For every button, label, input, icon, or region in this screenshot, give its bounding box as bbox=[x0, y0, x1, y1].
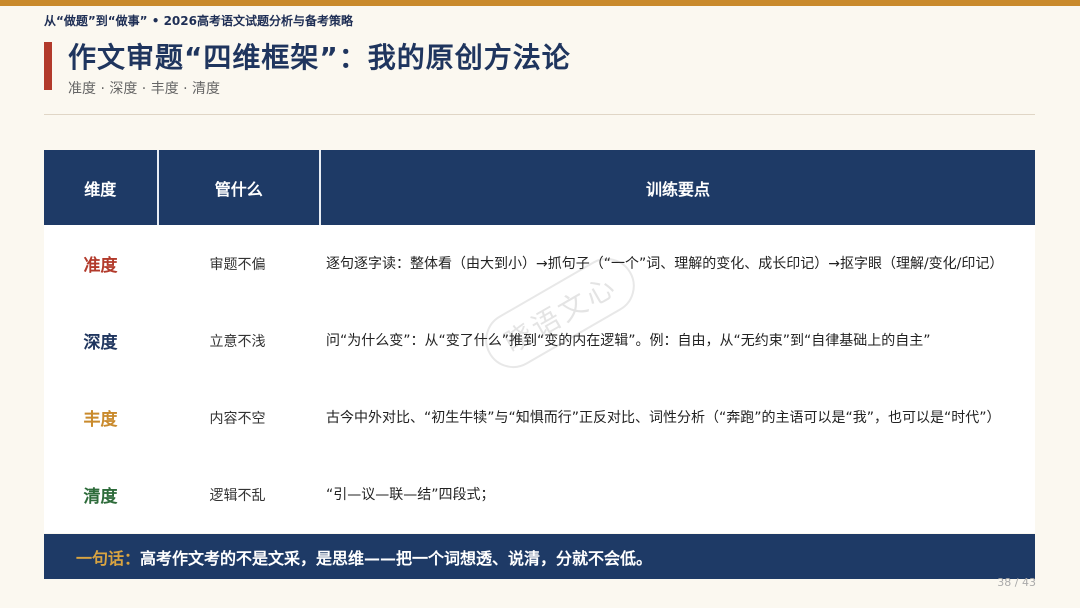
scope-label: 逻辑不乱 bbox=[209, 487, 266, 504]
summary-key: 一句话： bbox=[76, 548, 141, 568]
training-points: “引—议—联—结”四段式； bbox=[326, 486, 495, 503]
summary-banner: 一句话： 高考作文考的不是文采，是思维——把一个词想透、说清，分就不会低。 bbox=[44, 534, 1035, 579]
training-points: 问“为什么变”：从“变了什么”推到“变的内在逻辑”。例：自由，从“无约束”到“自… bbox=[326, 332, 931, 349]
training-points: 逐句逐字读：整体看（由大到小）→抓句子（“一个”词、理解的变化、成长印记）→抠字… bbox=[326, 255, 1004, 272]
scope-label: 内容不空 bbox=[209, 410, 266, 427]
scope-label: 审题不偏 bbox=[209, 256, 266, 273]
top-accent-bar bbox=[0, 0, 1080, 6]
table-row: 清度 逻辑不乱 “引—议—联—结”四段式； bbox=[44, 456, 1035, 533]
dimension-label: 准度 bbox=[83, 256, 118, 276]
scope-label: 立意不浅 bbox=[209, 333, 266, 350]
header-dimension: 维度 bbox=[44, 150, 159, 225]
divider bbox=[44, 114, 1035, 115]
table-header: 维度 管什么 训练要点 bbox=[44, 150, 1035, 225]
dimension-label: 清度 bbox=[83, 487, 118, 507]
dimension-label: 丰度 bbox=[83, 410, 118, 430]
header-scope: 管什么 bbox=[159, 150, 321, 225]
page-subtitle: 准度 · 深度 · 丰度 · 清度 bbox=[68, 81, 221, 97]
title-accent-bar bbox=[44, 42, 52, 90]
dimension-label: 深度 bbox=[83, 333, 118, 353]
header-points: 训练要点 bbox=[645, 179, 710, 199]
summary-text: 高考作文考的不是文采，是思维——把一个词想透、说清，分就不会低。 bbox=[140, 548, 653, 568]
page-number: 38 / 43 bbox=[997, 576, 1036, 589]
page-title: 作文审题“四维框架”：我的原创方法论 bbox=[68, 41, 571, 74]
table-row: 准度 审题不偏 逐句逐字读：整体看（由大到小）→抓句子（“一个”词、理解的变化、… bbox=[44, 225, 1035, 302]
table-row: 丰度 内容不空 古今中外对比、“初生牛犊”与“知惧而行”正反对比、词性分析（“奔… bbox=[44, 379, 1035, 456]
training-points: 古今中外对比、“初生牛犊”与“知惧而行”正反对比、词性分析（“奔跑”的主语可以是… bbox=[326, 409, 1001, 426]
header-strap: 从“做题”到“做事” • 2026高考语文试题分析与备考策略 bbox=[44, 14, 353, 28]
